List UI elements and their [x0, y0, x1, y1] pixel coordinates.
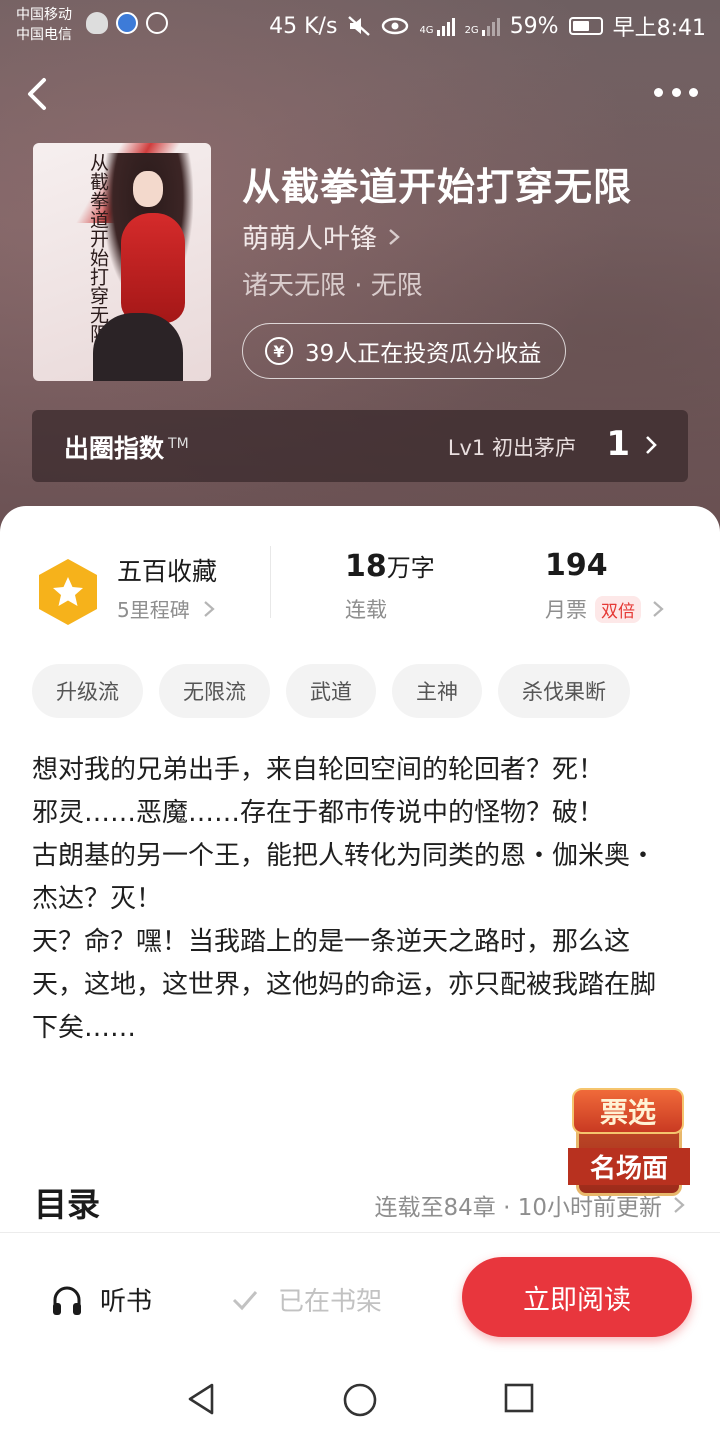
listen-label: 听书 [100, 1287, 153, 1317]
chevron-right-icon [389, 228, 400, 245]
eye-comfort-icon [382, 17, 409, 35]
book-cover[interactable]: 从截拳道开始打穿无限 [33, 143, 211, 381]
tag-chip[interactable]: 武道 [286, 664, 376, 718]
collect-milestone-title: 五百收藏 [117, 557, 218, 586]
nav-recents-icon[interactable] [503, 1382, 535, 1414]
nav-back-icon[interactable] [184, 1382, 218, 1416]
bottom-action-bar: 听书 已在书架 立即阅读 [0, 1232, 720, 1352]
system-nav-bar [0, 1352, 720, 1440]
headphones-icon [53, 1286, 81, 1315]
app-notification-icon [116, 12, 138, 34]
circle-index-title: 出圈指数 TM [64, 434, 189, 463]
qq-icon [86, 12, 108, 34]
back-button[interactable] [22, 74, 52, 114]
promo-line2: 名场面 [568, 1148, 690, 1185]
more-dot-icon [689, 87, 698, 97]
more-options-button[interactable] [654, 80, 698, 104]
status-right: 45 K/s 4G 2G 59% 早上8:41 [269, 10, 706, 42]
book-synopsis[interactable]: 想对我的兄弟出手，来自轮回空间的轮回者？死！ 邪灵……恶魔……存在于都市传说中的… [32, 749, 672, 1050]
tag-chip[interactable]: 主神 [392, 664, 482, 718]
on-shelf-status: 已在书架 [230, 1281, 382, 1318]
synopsis-text: 想对我的兄弟出手，来自轮回空间的轮回者？死！ 邪灵……恶魔……存在于都市传说中的… [32, 755, 657, 1043]
stats-divider [270, 546, 271, 618]
chevron-right-icon [653, 601, 664, 617]
invest-button[interactable]: ¥ 39人正在投资瓜分收益 [242, 323, 567, 379]
more-dot-icon [654, 87, 663, 97]
word-count: 18万字 [345, 549, 435, 584]
promo-line1: 票选 [599, 1096, 656, 1129]
cover-calligraphy: 从截拳道开始打穿无限 [87, 153, 109, 343]
star-badge-icon [39, 559, 97, 625]
tag-chip[interactable]: 无限流 [159, 664, 270, 718]
tag-list: 升级流 无限流 武道 主神 杀伐果断 [32, 664, 630, 718]
chevron-left-icon [28, 78, 46, 110]
more-dot-icon [671, 87, 681, 97]
tag-chip[interactable]: 杀伐果断 [498, 664, 630, 718]
author-name: 萌萌人叶锋 [242, 224, 377, 255]
battery-icon [568, 17, 603, 35]
circle-index-level: Lv1 初出茅庐 [447, 436, 576, 460]
sync-icon [146, 12, 168, 34]
author-link[interactable]: 萌萌人叶锋 [242, 217, 401, 256]
chevron-right-icon [204, 600, 215, 617]
network-speed: 45 K/s [269, 13, 338, 39]
status-bar: 中国移动 中国电信 45 K/s 4G 2G 59% 早上8:41 [0, 0, 720, 50]
invest-label: 39人正在投资瓜分收益 [305, 341, 542, 367]
listen-button[interactable]: 听书 [50, 1281, 152, 1318]
carrier-info: 中国移动 中国电信 [16, 5, 72, 45]
signal-bars-icon [436, 16, 455, 36]
monthly-votes-link[interactable]: 月票 双倍 [545, 594, 665, 624]
read-now-button[interactable]: 立即阅读 [462, 1257, 692, 1337]
mute-icon [348, 16, 371, 36]
carrier-1: 中国移动 [16, 7, 72, 23]
shelf-label: 已在书架 [278, 1287, 383, 1317]
double-badge: 双倍 [595, 595, 641, 623]
nav-home-icon[interactable] [342, 1382, 378, 1418]
circle-index-number: 1 [606, 424, 630, 464]
signal-4g: 4G [419, 16, 455, 36]
book-genre: 诸天无限 · 无限 [242, 271, 423, 301]
toc-title: 目录 [34, 1185, 100, 1224]
signal-2g: 2G [465, 16, 500, 36]
tag-chip[interactable]: 升级流 [32, 664, 143, 718]
check-icon [232, 1290, 258, 1310]
chevron-right-icon [646, 436, 657, 454]
battery-percent: 59% [509, 13, 559, 39]
monthly-votes-count: 194 [545, 548, 608, 583]
vote-scene-promo[interactable]: 票选 名场面 [566, 1084, 690, 1202]
book-title: 从截拳道开始打穿无限 [242, 165, 633, 209]
yen-icon: ¥ [265, 337, 293, 365]
circle-index-bar[interactable]: 出圈指数 TM Lv1 初出茅庐 1 [32, 410, 688, 482]
signal-bars-weak-icon [481, 16, 500, 36]
carrier-2: 中国电信 [16, 27, 72, 43]
clock: 早上8:41 [612, 16, 706, 41]
notification-icons [86, 12, 168, 34]
milestone-link[interactable]: 5里程碑 [117, 594, 216, 623]
serial-status: 连载 [345, 598, 387, 622]
